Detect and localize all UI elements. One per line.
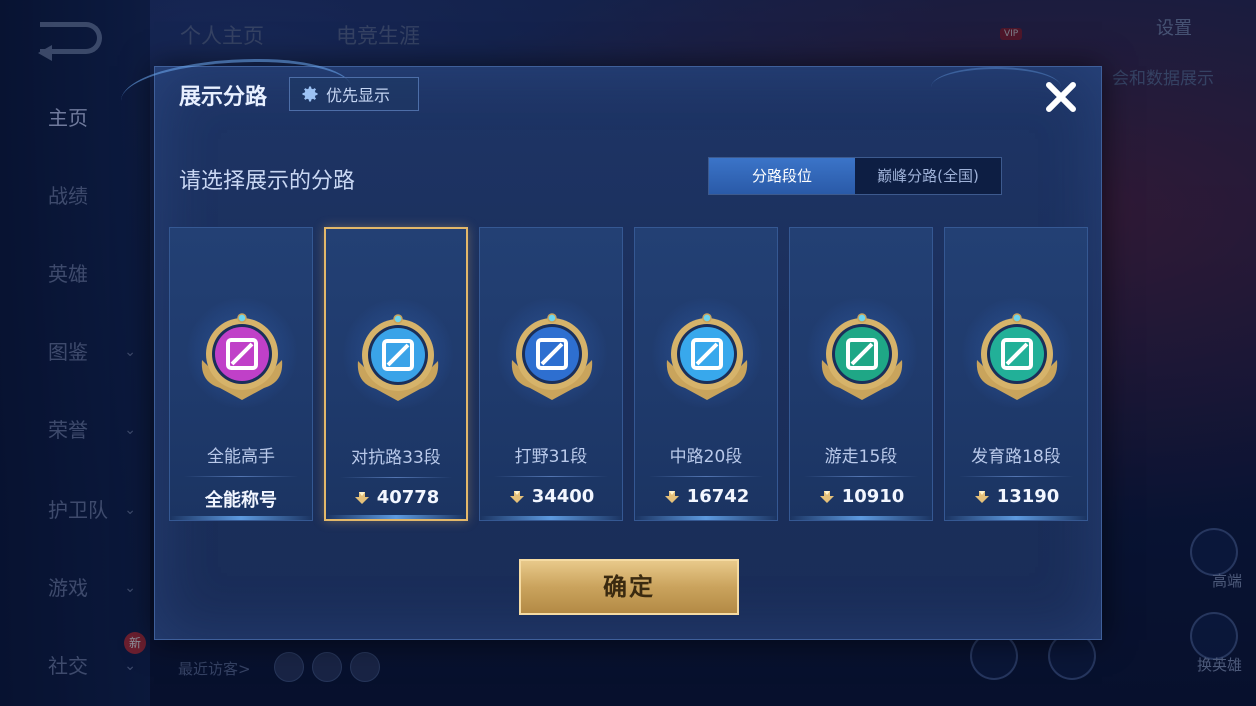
lane-score: 10910 (790, 486, 932, 507)
power-score-icon (664, 490, 679, 503)
card-bottom-glow (326, 515, 466, 519)
lane-card[interactable]: 发育路18段 13190 (944, 227, 1088, 521)
lane-score-value: 13190 (996, 486, 1060, 507)
lane-name: 游走15段 (824, 447, 898, 467)
dialog-subtitle: 请选择展示的分路 (179, 169, 356, 194)
power-score-icon (974, 490, 989, 503)
divider (649, 476, 763, 477)
lane-name: 对抗路33段 (351, 448, 441, 468)
jungle-emblem-icon (511, 313, 593, 400)
card-bottom-glow (480, 516, 622, 520)
divider (340, 477, 452, 478)
gear-icon (302, 86, 318, 102)
card-bottom-glow (170, 516, 312, 520)
lane-score-value: 16742 (686, 486, 750, 507)
lane-score: 全能称号 (170, 486, 312, 512)
lane-score-value: 40778 (376, 487, 440, 508)
farm-lane-emblem-icon (976, 313, 1058, 400)
lane-score: 34400 (480, 486, 622, 507)
lane-score: 40778 (326, 487, 466, 508)
card-bottom-glow (635, 516, 777, 520)
power-score-icon (354, 491, 369, 504)
lane-score: 13190 (945, 486, 1087, 507)
dialog-title: 展示分路 (179, 85, 268, 110)
card-bottom-glow (790, 516, 932, 520)
all-round-emblem-icon (201, 313, 283, 400)
power-score-icon (819, 490, 834, 503)
lane-card[interactable]: 全能高手 全能称号 (169, 227, 313, 521)
lane-card[interactable]: 对抗路33段 40778 (324, 227, 468, 521)
power-score-icon (509, 490, 524, 503)
lane-score-value: 34400 (531, 486, 595, 507)
clash-lane-emblem-icon (357, 314, 439, 401)
lane-name: 全能高手 (207, 447, 275, 467)
roam-emblem-icon (821, 313, 903, 400)
toggle-lane-rank[interactable]: 分路段位 (709, 158, 855, 194)
lane-score: 16742 (635, 486, 777, 507)
lane-card[interactable]: 打野31段 34400 (479, 227, 623, 521)
divider (494, 476, 608, 477)
toggle-peak-lane-national[interactable]: 巅峰分路(全国) (855, 158, 1001, 194)
lane-score-value: 10910 (841, 486, 905, 507)
divider (804, 476, 918, 477)
lane-card[interactable]: 游走15段 10910 (789, 227, 933, 521)
lane-name: 打野31段 (514, 447, 588, 467)
close-icon[interactable] (1041, 77, 1081, 117)
lane-score-value: 全能称号 (205, 490, 277, 511)
lane-name: 中路20段 (669, 447, 743, 467)
lane-card[interactable]: 中路20段 16742 (634, 227, 778, 521)
divider (184, 476, 298, 477)
mid-lane-emblem-icon (666, 313, 748, 400)
divider (959, 476, 1073, 477)
confirm-button[interactable]: 确定 (519, 559, 739, 615)
lane-name: 发育路18段 (971, 447, 1061, 467)
ranking-type-toggle: 分路段位 巅峰分路(全国) (708, 157, 1002, 195)
priority-display-button[interactable]: 优先显示 (289, 77, 419, 111)
priority-display-label: 优先显示 (326, 86, 391, 105)
lane-display-dialog: 展示分路 优先显示 请选择展示的分路 分路段位 巅峰分路(全国) 全能高手全能称… (121, 59, 1102, 640)
card-bottom-glow (945, 516, 1087, 520)
